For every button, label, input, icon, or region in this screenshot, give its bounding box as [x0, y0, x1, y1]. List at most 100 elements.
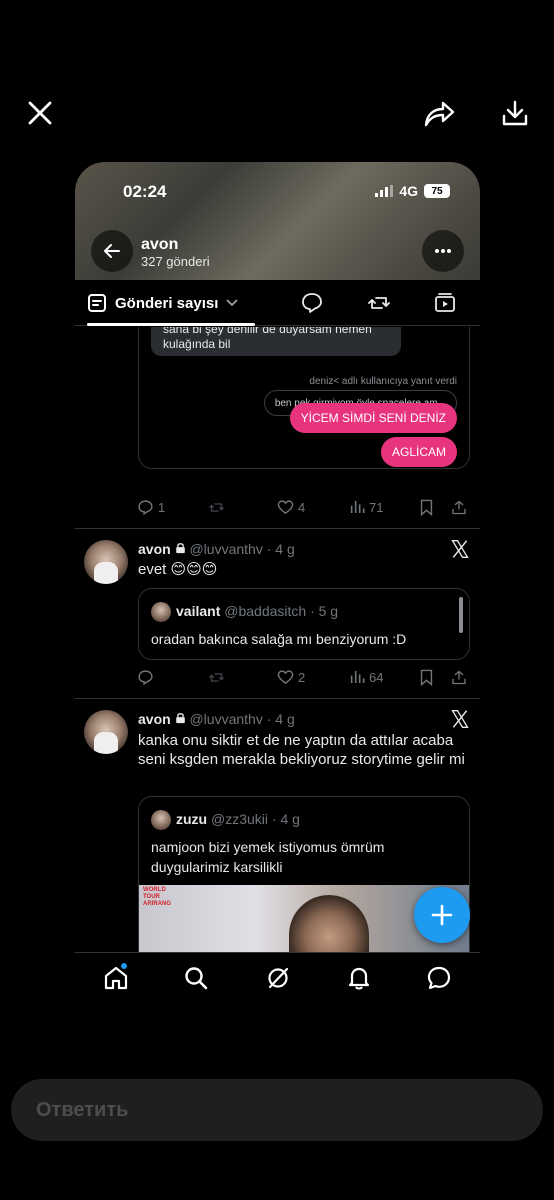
share-icon [424, 101, 455, 127]
x-logo-icon [451, 540, 469, 558]
quote-text: namjoon bizi yemek istiyomus ömrüm duygu… [151, 839, 385, 875]
battery-icon: 75 [424, 184, 450, 198]
quote-avatar [151, 810, 171, 830]
media-photo [289, 895, 369, 952]
bookmark-icon [420, 499, 433, 516]
x-logo-icon [451, 710, 469, 728]
share-action[interactable] [451, 499, 467, 516]
profile-header: 02:24 4G 75 avon 327 gönderi [75, 162, 480, 280]
post-feed: sana bi şey denilir de duyarsam nemen ku… [75, 327, 480, 952]
reply-icon [138, 499, 153, 515]
media-tag: WORLD TOUR ARIRANG [143, 887, 171, 907]
quote-header: vailant @baddasitch · 5 g [176, 603, 338, 619]
repost-action[interactable] [207, 499, 226, 516]
close-icon [28, 101, 52, 125]
tab-post-count[interactable]: Gönderi sayısı [87, 280, 238, 326]
share-upload-icon [452, 670, 466, 684]
post-count: 327 gönderi [141, 254, 210, 269]
like-action[interactable]: 2 [277, 669, 305, 686]
close-button[interactable] [18, 91, 62, 135]
avatar[interactable] [84, 540, 128, 584]
quote-header: zuzu @zz3ukii · 4 g [176, 811, 300, 827]
profile-tabs: Gönderi sayısı [75, 280, 480, 326]
tab-post-count-label: Gönderi sayısı [115, 294, 219, 312]
reply-action[interactable]: 1 [137, 499, 165, 516]
post-actions: 1 4 71 [137, 497, 469, 517]
quote-handle: @baddasitch · 5 g [224, 603, 339, 619]
compose-button[interactable] [414, 887, 470, 943]
views-icon [350, 671, 365, 683]
repost-icon [208, 502, 225, 512]
back-button[interactable] [91, 230, 133, 272]
post-filter-icon [88, 294, 106, 312]
network-label: 4G [399, 183, 418, 199]
messages-icon[interactable] [426, 965, 452, 991]
author-name[interactable]: avon [138, 711, 171, 727]
download-button[interactable] [493, 91, 537, 135]
views-action[interactable]: 71 [349, 499, 383, 515]
plus-icon [431, 904, 453, 926]
reply-input[interactable]: Ответить [11, 1079, 543, 1141]
bookmark-action[interactable] [419, 499, 434, 516]
home-icon[interactable] [103, 965, 129, 991]
bottom-nav [75, 952, 480, 1010]
bookmark-icon [420, 669, 433, 686]
like-count: 2 [298, 669, 306, 685]
lock-icon [175, 543, 185, 554]
avatar[interactable] [84, 710, 128, 754]
post-actions: 2 64 [137, 667, 469, 687]
viewer-toolbar [0, 0, 554, 160]
views-action[interactable]: 64 [349, 669, 383, 685]
tab-underline [87, 323, 255, 326]
author-name[interactable]: avon [138, 541, 171, 557]
repost-icon [208, 672, 225, 682]
more-button[interactable] [422, 230, 464, 272]
heart-icon [277, 669, 294, 684]
scrollbar[interactable] [459, 597, 463, 633]
sent-message-2: AGLİCAM [380, 437, 457, 467]
repost-action[interactable] [207, 669, 226, 686]
reply-note: deniz< adlı kullanıcıya yanıt verdi [309, 376, 457, 387]
more-dots-icon [435, 249, 451, 253]
signal-icon [375, 185, 394, 197]
reply-count: 1 [158, 499, 166, 515]
dm-screenshot-image[interactable]: sana bi şey denilir de duyarsam nemen ku… [138, 327, 470, 469]
tab-replies-icon[interactable] [300, 291, 324, 315]
divider [75, 528, 480, 529]
profile-name: avon [141, 236, 179, 253]
lock-icon [175, 713, 185, 724]
like-action[interactable]: 4 [277, 499, 305, 516]
views-count: 64 [369, 669, 384, 685]
author-handle: @luvvanthv · 4 g [189, 541, 295, 557]
sent-message-1: YİCEM SİMDİ SENİ DENİZ [289, 403, 457, 433]
quoted-post[interactable]: vailant @baddasitch · 5 g oradan bakınca… [138, 588, 470, 660]
views-count: 71 [369, 499, 384, 515]
author-handle: @luvvanthv · 4 g [189, 711, 295, 727]
chevron-down-icon [226, 299, 238, 307]
quote-author: vailant [176, 603, 221, 619]
views-icon [350, 501, 365, 513]
grok-icon[interactable] [265, 965, 291, 991]
quote-handle: @zz3ukii · 4 g [211, 811, 300, 827]
status-indicators: 4G 75 [375, 183, 450, 199]
tab-media-icon[interactable] [433, 291, 457, 315]
heart-icon [277, 499, 294, 514]
tab-reposts-icon[interactable] [367, 291, 391, 315]
screenshot-card: 02:24 4G 75 avon 327 gönderi Gönderi say… [75, 162, 480, 1010]
quote-avatar [151, 602, 171, 622]
arrow-left-icon [104, 244, 120, 258]
status-time: 02:24 [123, 182, 167, 201]
share-button[interactable] [417, 91, 461, 135]
bell-icon[interactable] [346, 965, 372, 991]
share-action[interactable] [451, 669, 467, 686]
bookmark-action[interactable] [419, 669, 434, 686]
like-count: 4 [298, 499, 306, 515]
search-icon[interactable] [183, 965, 209, 991]
reply-action[interactable] [137, 669, 154, 686]
reply-icon [138, 669, 153, 685]
received-message: sana bi şey denilir de duyarsam nemen ku… [151, 327, 401, 356]
notification-dot [121, 963, 127, 969]
share-upload-icon [452, 500, 466, 514]
post-header: avon @luvvanthv · 4 g [138, 711, 295, 727]
divider [75, 698, 480, 699]
